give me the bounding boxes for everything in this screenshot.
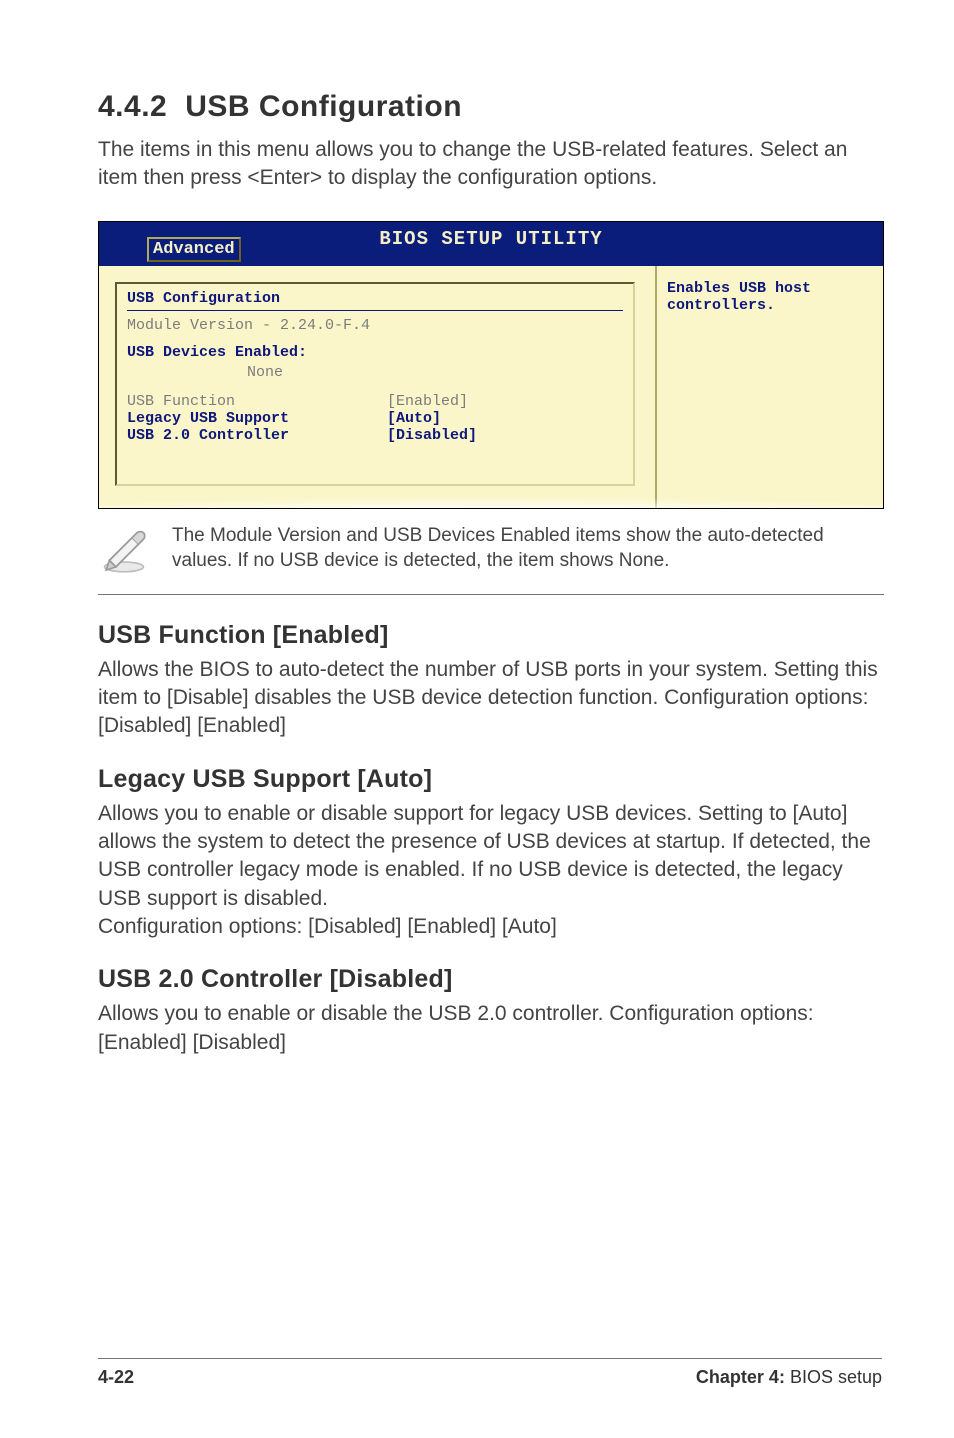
bios-row-usb20[interactable]: USB 2.0 Controller [Disabled] <box>127 427 623 444</box>
section-intro: The items in this menu allows you to cha… <box>98 136 884 193</box>
bios-body: USB Configuration Module Version - 2.24.… <box>99 266 883 508</box>
bios-header: BIOS SETUP UTILITY Advanced <box>99 222 883 266</box>
chapter-rest: BIOS setup <box>785 1367 882 1387</box>
section-heading: 4.4.2 USB Configuration <box>98 90 884 124</box>
bios-row-value: [Enabled] <box>387 393 468 410</box>
setting-heading-usb-function: USB Function [Enabled] <box>98 621 884 650</box>
section-title-text: USB Configuration <box>185 90 462 123</box>
setting-heading-usb20: USB 2.0 Controller [Disabled] <box>98 965 884 994</box>
bios-panel-title: USB Configuration <box>127 290 623 307</box>
bios-row-label: USB Function <box>127 393 387 410</box>
footer-rule <box>98 1358 882 1359</box>
bios-row-legacy-usb[interactable]: Legacy USB Support [Auto] <box>127 410 623 427</box>
bios-devices-label: USB Devices Enabled: <box>127 344 623 361</box>
bios-row-value: [Disabled] <box>387 427 477 444</box>
bios-tab-advanced[interactable]: Advanced <box>147 237 241 262</box>
bios-row-usb-function[interactable]: USB Function [Enabled] <box>127 393 623 410</box>
note-text: The Module Version and USB Devices Enabl… <box>172 523 884 574</box>
section-number: 4.4.2 <box>98 90 167 123</box>
setting-heading-legacy-usb: Legacy USB Support [Auto] <box>98 765 884 794</box>
bios-left-panel: USB Configuration Module Version - 2.24.… <box>99 266 655 508</box>
pencil-note-icon <box>98 523 150 580</box>
bios-help-panel: Enables USB host controllers. <box>655 266 883 508</box>
setting-body-usb20: Allows you to enable or disable the USB … <box>98 1000 884 1057</box>
setting-body-usb-function: Allows the BIOS to auto-detect the numbe… <box>98 656 884 741</box>
setting-body-legacy-usb: Allows you to enable or disable support … <box>98 800 884 942</box>
chapter-label: Chapter 4: BIOS setup <box>696 1367 882 1388</box>
bios-banner: BIOS SETUP UTILITY <box>379 228 602 250</box>
bios-module-version: Module Version - 2.24.0-F.4 <box>127 317 623 334</box>
page-number: 4-22 <box>98 1367 134 1388</box>
page-footer: 4-22 Chapter 4: BIOS setup <box>0 1358 954 1388</box>
bios-help-text: Enables USB host controllers. <box>667 280 873 314</box>
chapter-bold: Chapter 4: <box>696 1367 785 1387</box>
bios-row-label: USB 2.0 Controller <box>127 427 387 444</box>
bios-window: BIOS SETUP UTILITY Advanced USB Configur… <box>98 221 884 509</box>
bios-row-value: [Auto] <box>387 410 441 427</box>
bios-row-label: Legacy USB Support <box>127 410 387 427</box>
note-block: The Module Version and USB Devices Enabl… <box>98 523 884 595</box>
bios-divider <box>127 310 623 311</box>
bios-devices-value: None <box>127 364 623 381</box>
